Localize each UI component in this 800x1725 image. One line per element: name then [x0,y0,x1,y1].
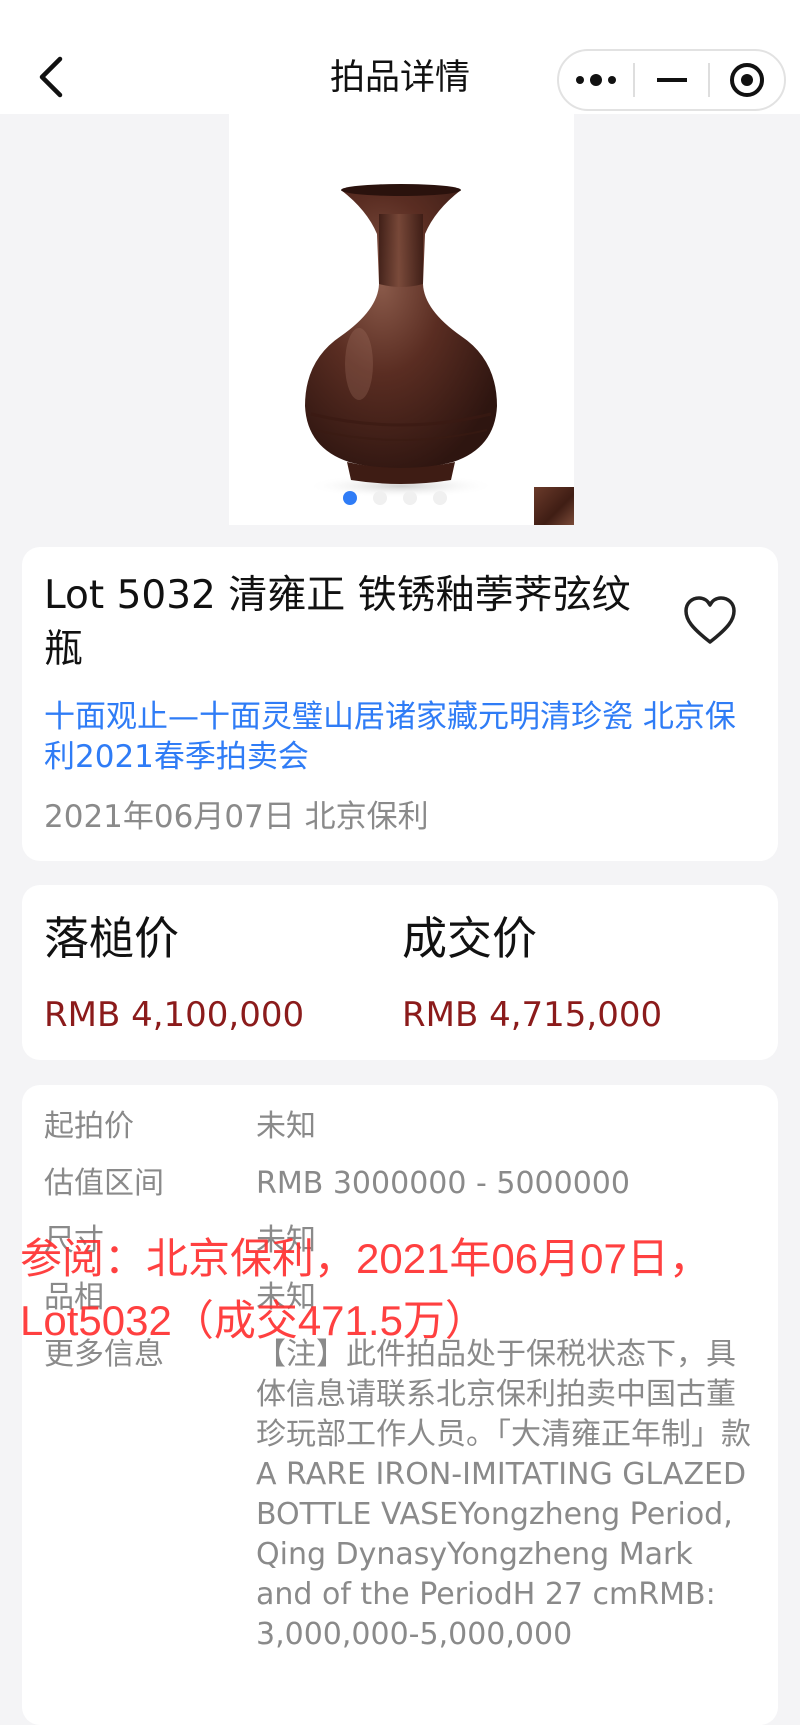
lot-title: Lot 5032 清雍正 铁锈釉荸荠弦纹瓶 [44,573,631,672]
detail-value: 未知 [256,1109,316,1144]
more-menu-button[interactable] [559,51,633,109]
minus-icon [656,78,687,82]
more-dots-icon [575,74,616,86]
detail-value: RMB 3000000 - 5000000 [256,1166,630,1201]
favorite-button[interactable] [682,594,738,650]
vase-image [305,184,497,498]
sold-price-block: 成交价 RMB 4,715,000 [402,907,742,1037]
lot-image-gallery[interactable] [229,114,574,525]
target-circle-icon [730,63,765,97]
pagination-dot[interactable] [403,491,417,505]
heart-outline-icon [684,596,736,644]
detail-label: 估值区间 [44,1166,164,1201]
detail-label: 起拍价 [44,1109,134,1144]
close-button[interactable] [710,51,784,109]
price-card: 落槌价 RMB 4,100,000 成交价 RMB 4,715,000 [22,885,778,1060]
pagination-dot[interactable] [343,491,357,505]
gallery-pagination [343,491,447,505]
auction-date-house: 2021年06月07日 北京保利 [44,799,429,835]
sold-price-label: 成交价 [402,912,538,965]
auction-session-link[interactable]: 十面观止—十面灵璧山居诸家藏元明清珍瓷 北京保利2021春季拍卖会 [44,697,764,777]
more-info-text: 【注】此件拍品处于保税状态下，具体信息请联系北京保利拍卖中国古董珍玩部工作人员。… [256,1337,751,1652]
reference-watermark: 参阅：北京保利，2021年06月07日，Lot5032（成交471.5万） [20,1235,711,1344]
pagination-dot[interactable] [373,491,387,505]
lot-info-card: Lot 5032 清雍正 铁锈釉荸荠弦纹瓶 十面观止—十面灵璧山居诸家藏元明清珍… [22,547,778,861]
mini-program-capsule [557,49,786,111]
pagination-dot[interactable] [433,491,447,505]
details-card: 起拍价 未知 估值区间 RMB 3000000 - 5000000 尺寸 未知 … [22,1085,778,1725]
nav-bar: 拍品详情 [0,0,800,114]
back-button[interactable] [30,52,70,102]
minimize-button[interactable] [635,51,709,109]
hammer-price-label: 落槌价 [44,912,180,965]
chevron-left-icon [39,56,63,98]
image-thumbnail[interactable] [534,487,574,525]
hammer-price-value: RMB 4,100,000 [44,995,305,1035]
sold-price-value: RMB 4,715,000 [402,995,663,1035]
hammer-price-block: 落槌价 RMB 4,100,000 [44,907,384,1037]
